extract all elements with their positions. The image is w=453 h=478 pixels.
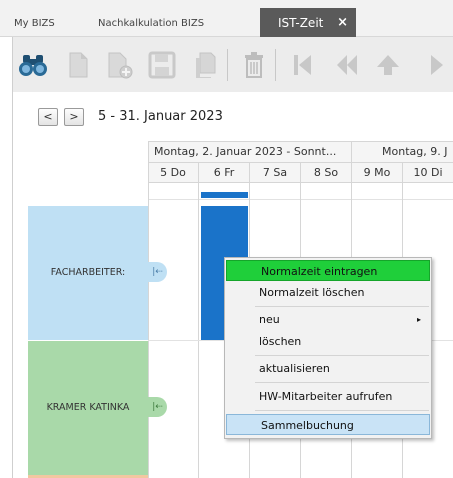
day-header[interactable]: 8 So xyxy=(301,163,351,182)
add-document-icon[interactable] xyxy=(104,51,134,79)
menu-item-normalzeit-loeschen[interactable]: Normalzeit löschen xyxy=(225,282,431,303)
delete-icon[interactable] xyxy=(239,51,269,79)
first-record-icon[interactable] xyxy=(287,51,317,79)
grid-line xyxy=(198,163,199,478)
resource-row-kramer-katinka[interactable]: KRAMER KATINKA xyxy=(28,341,148,475)
submenu-arrow-icon: ▸ xyxy=(416,315,421,324)
date-range-label: 5 - 31. Januar 2023 xyxy=(98,109,223,124)
new-document-icon[interactable] xyxy=(63,51,93,79)
menu-item-neu-label: neu xyxy=(259,313,280,326)
tab-bar: My BIZS Nachkalkulation BIZS IST-Zeit × xyxy=(0,0,453,38)
close-icon[interactable]: × xyxy=(337,8,348,38)
toolbar-separator xyxy=(227,49,228,81)
save-icon[interactable] xyxy=(147,51,177,79)
menu-separator xyxy=(255,306,429,307)
menu-separator xyxy=(255,382,429,383)
menu-item-neu[interactable]: neu ▸ xyxy=(225,309,431,330)
toolbar xyxy=(12,37,453,92)
context-menu: Normalzeit eintragen Normalzeit löschen … xyxy=(224,257,432,439)
day-header[interactable]: 5 Do xyxy=(148,163,198,182)
menu-item-hw-mitarbeiter-aufrufen[interactable]: HW-Mitarbeiter aufrufen xyxy=(225,386,431,407)
toolbar-separator xyxy=(275,49,276,81)
next-period-button[interactable]: > xyxy=(64,108,84,126)
menu-separator xyxy=(255,410,429,411)
tab-ist-zeit[interactable]: IST-Zeit × xyxy=(260,8,356,38)
day-header[interactable]: 6 Fr xyxy=(199,163,249,182)
week-header: Montag, 2. Januar 2023 - Sonnt... xyxy=(154,145,337,158)
resource-row-facharbeiter[interactable]: FACHARBEITER: xyxy=(28,206,148,340)
week-header: Montag, 9. J xyxy=(382,145,448,158)
day-header[interactable]: 7 Sa xyxy=(250,163,300,182)
menu-separator xyxy=(255,355,429,356)
menu-item-sammelbuchung[interactable]: Sammelbuchung xyxy=(226,414,430,435)
grid-line xyxy=(148,141,149,478)
tab-ist-zeit-label: IST-Zeit xyxy=(278,16,324,30)
next-icon[interactable] xyxy=(421,51,445,79)
previous-page-icon[interactable] xyxy=(331,51,361,79)
binoculars-icon[interactable] xyxy=(17,51,47,79)
menu-item-loeschen[interactable]: löschen xyxy=(225,331,431,352)
up-icon[interactable] xyxy=(373,51,403,79)
day-header[interactable]: 10 Di xyxy=(403,163,453,182)
tab-my-bizs[interactable]: My BIZS xyxy=(14,10,76,37)
previous-period-button[interactable]: < xyxy=(38,108,58,126)
header-divider xyxy=(148,141,453,142)
expand-handle-icon[interactable]: |⇠ xyxy=(148,262,167,282)
menu-item-normalzeit-eintragen[interactable]: Normalzeit eintragen xyxy=(226,260,430,281)
selection-marker xyxy=(201,192,248,198)
expand-handle-icon[interactable]: |⇠ xyxy=(148,397,167,417)
tab-nachkalkulation-bizs[interactable]: Nachkalkulation BIZS xyxy=(98,10,230,37)
menu-item-aktualisieren[interactable]: aktualisieren xyxy=(225,358,431,379)
copy-icon[interactable] xyxy=(191,51,221,79)
day-header[interactable]: 9 Mo xyxy=(352,163,402,182)
